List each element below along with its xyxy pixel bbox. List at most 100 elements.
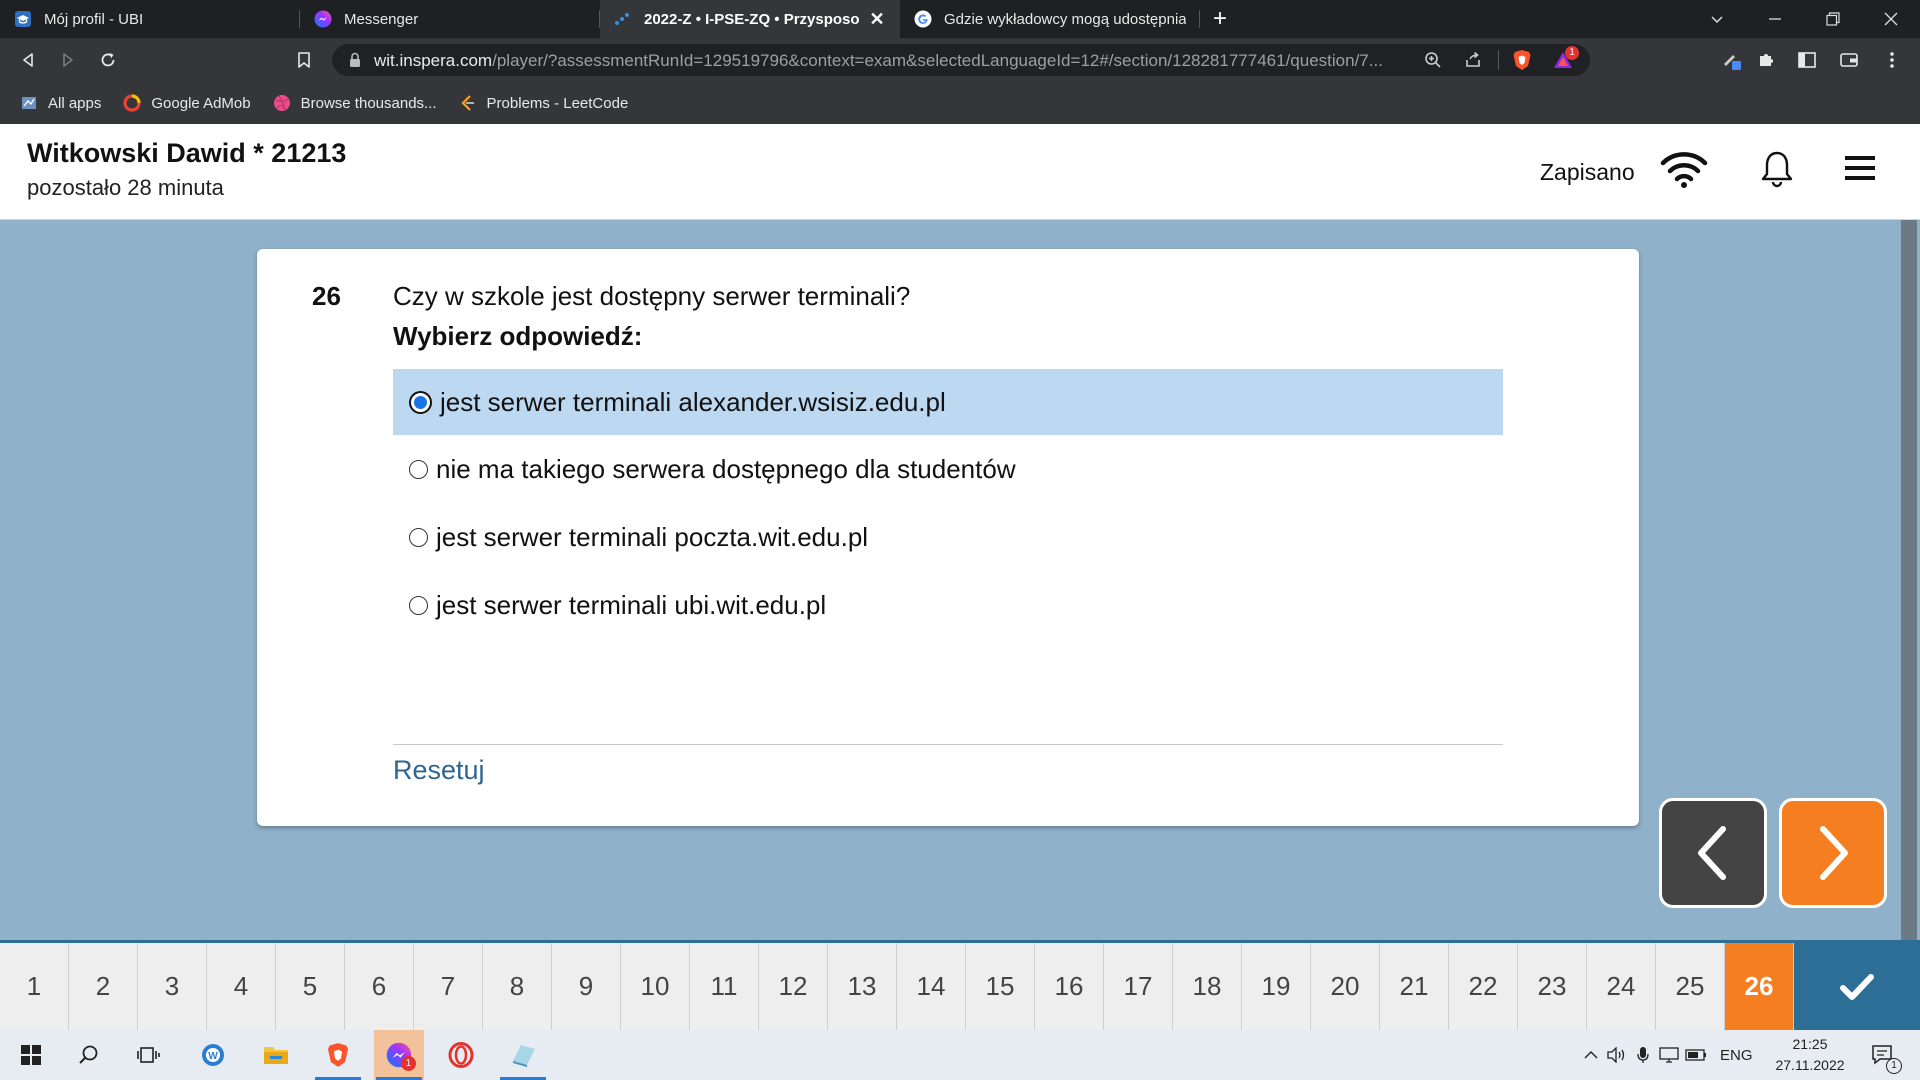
back-icon	[23, 53, 33, 67]
bookmark-all-apps[interactable]: All apps	[20, 94, 101, 112]
previous-question-button[interactable]	[1659, 798, 1767, 908]
question-nav-item[interactable]: 24	[1587, 943, 1656, 1030]
question-nav-item[interactable]: 22	[1449, 943, 1518, 1030]
question-nav-item[interactable]: 10	[621, 943, 690, 1030]
answer-option[interactable]: jest serwer terminali alexander.wsisiz.e…	[393, 369, 1503, 435]
back-button[interactable]	[14, 46, 42, 74]
question-card: 26 Czy w szkole jest dostępny serwer ter…	[257, 249, 1639, 826]
question-nav-item[interactable]: 7	[414, 943, 483, 1030]
tab-moj-profil[interactable]: Mój profil - UBI	[0, 0, 300, 38]
bookmark-icon	[298, 52, 310, 68]
sidebar-button[interactable]	[1793, 46, 1821, 74]
address-bar[interactable]: wit.inspera.com/player/?assessmentRunId=…	[332, 44, 1590, 76]
task-view-button[interactable]	[124, 1030, 174, 1080]
bookmark-label: Google AdMob	[151, 94, 251, 112]
close-window-button[interactable]	[1862, 0, 1920, 38]
question-nav-item[interactable]: 23	[1518, 943, 1587, 1030]
taskbar-app-brave[interactable]	[313, 1030, 363, 1080]
menu-hamburger-icon[interactable]	[1845, 154, 1875, 182]
radio-button[interactable]	[409, 527, 428, 547]
next-question-button[interactable]	[1779, 798, 1887, 908]
tab-google-search[interactable]: Gdzie wykładowcy mogą udostępniac	[900, 0, 1200, 38]
question-nav-item[interactable]: 19	[1242, 943, 1311, 1030]
browser-menu-button[interactable]	[1878, 46, 1906, 74]
taskbar-app-file-explorer[interactable]	[251, 1030, 301, 1080]
question-nav-item[interactable]: 12	[759, 943, 828, 1030]
question-nav-item-current[interactable]: 26	[1725, 943, 1794, 1030]
question-nav-item[interactable]: 3	[138, 943, 207, 1030]
zoom-icon[interactable]	[1424, 51, 1442, 69]
battery-icon[interactable]	[1682, 1049, 1710, 1061]
reload-button[interactable]	[94, 46, 122, 74]
network-icon[interactable]	[1656, 1047, 1682, 1063]
wallet-button[interactable]	[1835, 46, 1863, 74]
question-nav-item[interactable]: 2	[69, 943, 138, 1030]
answer-option[interactable]: nie ma takiego serwera dostępnego dla st…	[393, 436, 1503, 502]
answer-option[interactable]: jest serwer terminali ubi.wit.edu.pl	[393, 572, 1503, 638]
wifi-icon[interactable]	[1660, 152, 1708, 188]
bookmark-google-admob[interactable]: Google AdMob	[123, 94, 251, 112]
question-nav-item[interactable]: 21	[1380, 943, 1449, 1030]
url-host: wit.inspera.com	[374, 51, 493, 70]
scrollbar-thumb[interactable]	[1901, 220, 1917, 940]
task-view-icon	[137, 1047, 160, 1063]
question-nav-item[interactable]: 20	[1311, 943, 1380, 1030]
taskbar-app-opera[interactable]	[436, 1030, 486, 1080]
brave-shields-icon[interactable]	[1512, 49, 1532, 71]
apps-grid-icon	[20, 94, 38, 112]
radio-button[interactable]	[409, 595, 428, 615]
submit-exam-button[interactable]	[1794, 943, 1920, 1030]
question-nav-item[interactable]: 11	[690, 943, 759, 1030]
close-icon[interactable]: ✕	[868, 10, 886, 28]
question-nav-item[interactable]: 25	[1656, 943, 1725, 1030]
question-nav-item[interactable]: 5	[276, 943, 345, 1030]
bell-icon[interactable]	[1760, 150, 1794, 188]
answer-option[interactable]: jest serwer terminali poczta.wit.edu.pl	[393, 504, 1503, 570]
minimize-button[interactable]	[1746, 0, 1804, 38]
show-hidden-icons-button[interactable]	[1578, 1050, 1604, 1060]
question-nav-item[interactable]: 14	[897, 943, 966, 1030]
question-nav-item[interactable]: 6	[345, 943, 414, 1030]
tab-inspera-exam[interactable]: 2022-Z • I-PSE-ZQ • Przysposobie ✕	[600, 0, 900, 38]
tab-search-button[interactable]	[1688, 0, 1746, 38]
answer-option-label: jest serwer terminali poczta.wit.edu.pl	[436, 521, 869, 552]
question-nav-item[interactable]: 18	[1173, 943, 1242, 1030]
microphone-icon[interactable]	[1630, 1046, 1656, 1064]
clock-date: 27.11.2022	[1775, 1057, 1845, 1073]
bookmark-page-button[interactable]	[290, 46, 318, 74]
question-nav-item[interactable]: 16	[1035, 943, 1104, 1030]
question-nav-item[interactable]: 17	[1104, 943, 1173, 1030]
language-indicator[interactable]: ENG	[1720, 1047, 1753, 1064]
extensions-button[interactable]	[1752, 46, 1780, 74]
lock-icon[interactable]	[348, 52, 362, 68]
question-nav-item[interactable]: 1	[0, 943, 69, 1030]
question-navigator: 1 2 3 4 5 6 7 8 9 10 11 12 13 14 15 16 1…	[0, 940, 1920, 1030]
bookmark-browse-thousands[interactable]: Browse thousands...	[273, 94, 437, 112]
radio-button-selected[interactable]	[409, 390, 432, 414]
word-app-icon: W	[202, 1044, 224, 1066]
bookmark-leetcode[interactable]: Problems - LeetCode	[459, 94, 628, 112]
window-controls	[1688, 0, 1920, 38]
tab-messenger[interactable]: Messenger	[300, 0, 600, 38]
start-button[interactable]	[6, 1030, 56, 1080]
action-center-button[interactable]: 1	[1858, 1030, 1908, 1080]
new-tab-button[interactable]: +	[1200, 0, 1240, 38]
system-clock[interactable]: 21:25 27.11.2022	[1770, 1034, 1850, 1076]
question-nav-item[interactable]: 8	[483, 943, 552, 1030]
search-button[interactable]	[64, 1030, 114, 1080]
question-nav-item[interactable]: 15	[966, 943, 1035, 1030]
restore-button[interactable]	[1804, 0, 1862, 38]
taskbar-app-notes[interactable]	[498, 1030, 548, 1080]
question-nav-item[interactable]: 9	[552, 943, 621, 1030]
radio-button[interactable]	[409, 459, 428, 479]
reset-answer-link[interactable]: Resetuj	[393, 755, 485, 786]
taskbar-app-word[interactable]: W	[188, 1030, 238, 1080]
question-nav-item[interactable]: 4	[207, 943, 276, 1030]
question-nav-item[interactable]: 13	[828, 943, 897, 1030]
question-instruction: Wybierz odpowiedź:	[393, 321, 643, 351]
forward-button[interactable]	[54, 46, 82, 74]
share-icon[interactable]	[1464, 51, 1482, 69]
taskbar-app-messenger[interactable]: 1	[374, 1030, 424, 1080]
extension-pen-button[interactable]	[1718, 46, 1746, 74]
volume-icon[interactable]	[1604, 1047, 1630, 1063]
